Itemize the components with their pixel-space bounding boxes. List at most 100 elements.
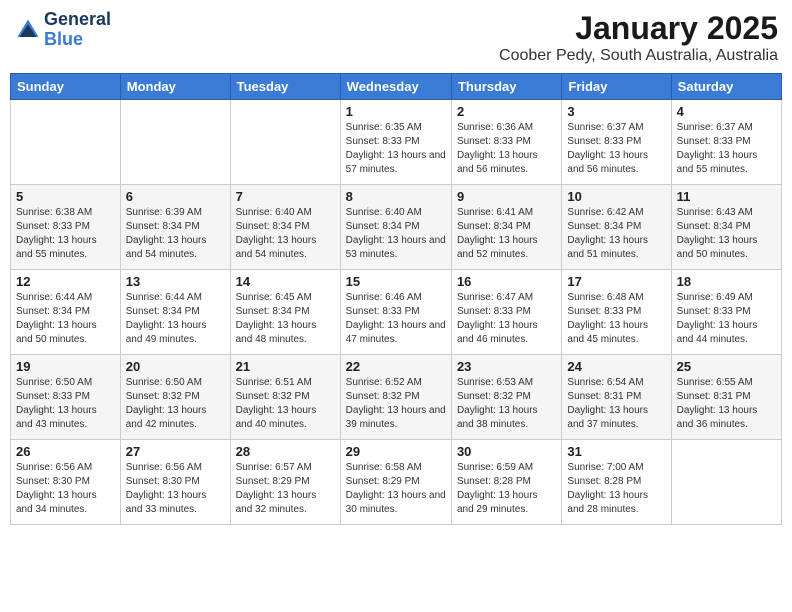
day-info: Sunrise: 6:37 AM Sunset: 8:33 PM Dayligh… <box>567 121 665 177</box>
day-number: 12 <box>16 274 115 289</box>
day-info: Sunrise: 6:56 AM Sunset: 8:30 PM Dayligh… <box>126 461 225 517</box>
calendar-week-row: 12 Sunrise: 6:44 AM Sunset: 8:34 PM Dayli… <box>11 270 782 355</box>
day-info: Sunrise: 6:42 AM Sunset: 8:34 PM Dayligh… <box>567 206 665 262</box>
day-number: 20 <box>126 359 225 374</box>
day-info: Sunrise: 6:57 AM Sunset: 8:29 PM Dayligh… <box>236 461 335 517</box>
weekday-header-thursday: Thursday <box>451 74 561 100</box>
day-info: Sunrise: 6:54 AM Sunset: 8:31 PM Dayligh… <box>567 376 665 432</box>
logo-text: GeneralBlue <box>44 10 111 50</box>
day-number: 24 <box>567 359 665 374</box>
calendar-cell: 8Sunrise: 6:40 AM Sunset: 8:34 PM Daylig… <box>340 185 451 270</box>
calendar-cell <box>230 100 340 185</box>
weekday-header-tuesday: Tuesday <box>230 74 340 100</box>
page-header: GeneralBlue January 2025 Coober Pedy, So… <box>10 10 782 65</box>
calendar-week-row: 1 Sunrise: 6:35 AM Sunset: 8:33 PM Daylig… <box>11 100 782 185</box>
calendar-cell: 5 Sunrise: 6:38 AM Sunset: 8:33 PM Daylig… <box>11 185 121 270</box>
calendar-cell: 10Sunrise: 6:42 AM Sunset: 8:34 PM Dayli… <box>562 185 671 270</box>
day-info: Sunrise: 6:45 AM Sunset: 8:34 PM Dayligh… <box>236 291 335 347</box>
day-info: Sunrise: 6:40 AM Sunset: 8:34 PM Dayligh… <box>346 206 446 262</box>
day-number: 3 <box>567 104 665 119</box>
day-number: 26 <box>16 444 115 459</box>
day-info: Sunrise: 6:41 AM Sunset: 8:34 PM Dayligh… <box>457 206 556 262</box>
day-info: Sunrise: 6:35 AM Sunset: 8:33 PM Dayligh… <box>346 121 446 177</box>
day-number: 18 <box>677 274 776 289</box>
day-info: Sunrise: 6:38 AM Sunset: 8:33 PM Dayligh… <box>16 206 115 262</box>
calendar-cell <box>11 100 121 185</box>
calendar-cell: 29 Sunrise: 6:58 AM Sunset: 8:29 PM Dayli… <box>340 440 451 525</box>
calendar-cell: 11 Sunrise: 6:43 AM Sunset: 8:34 PM Dayli… <box>671 185 781 270</box>
day-number: 4 <box>677 104 776 119</box>
calendar-cell: 15 Sunrise: 6:46 AM Sunset: 8:33 PM Dayli… <box>340 270 451 355</box>
title-block: January 2025 Coober Pedy, South Australi… <box>499 10 778 65</box>
day-info: Sunrise: 6:59 AM Sunset: 8:28 PM Dayligh… <box>457 461 556 517</box>
day-number: 29 <box>346 444 446 459</box>
day-number: 31 <box>567 444 665 459</box>
calendar-cell <box>120 100 230 185</box>
day-number: 16 <box>457 274 556 289</box>
weekday-header-sunday: Sunday <box>11 74 121 100</box>
calendar-cell: 20 Sunrise: 6:50 AM Sunset: 8:32 PM Dayli… <box>120 355 230 440</box>
logo-icon <box>14 16 42 44</box>
day-number: 27 <box>126 444 225 459</box>
day-number: 28 <box>236 444 335 459</box>
calendar-cell: 22Sunrise: 6:52 AM Sunset: 8:32 PM Dayli… <box>340 355 451 440</box>
calendar-cell: 28 Sunrise: 6:57 AM Sunset: 8:29 PM Dayli… <box>230 440 340 525</box>
day-number: 7 <box>236 189 335 204</box>
calendar-cell: 17Sunrise: 6:48 AM Sunset: 8:33 PM Dayli… <box>562 270 671 355</box>
day-info: Sunrise: 6:44 AM Sunset: 8:34 PM Dayligh… <box>126 291 225 347</box>
day-info: Sunrise: 6:47 AM Sunset: 8:33 PM Dayligh… <box>457 291 556 347</box>
day-number: 21 <box>236 359 335 374</box>
day-info: Sunrise: 6:55 AM Sunset: 8:31 PM Dayligh… <box>677 376 776 432</box>
day-number: 30 <box>457 444 556 459</box>
day-info: Sunrise: 6:44 AM Sunset: 8:34 PM Dayligh… <box>16 291 115 347</box>
weekday-header-row: SundayMondayTuesdayWednesdayThursdayFrid… <box>11 74 782 100</box>
logo: GeneralBlue <box>14 10 111 50</box>
day-info: Sunrise: 6:43 AM Sunset: 8:34 PM Dayligh… <box>677 206 776 262</box>
calendar-cell <box>671 440 781 525</box>
calendar-cell: 16 Sunrise: 6:47 AM Sunset: 8:33 PM Dayli… <box>451 270 561 355</box>
day-info: Sunrise: 6:51 AM Sunset: 8:32 PM Dayligh… <box>236 376 335 432</box>
calendar-cell: 19Sunrise: 6:50 AM Sunset: 8:33 PM Dayli… <box>11 355 121 440</box>
calendar-cell: 21 Sunrise: 6:51 AM Sunset: 8:32 PM Dayli… <box>230 355 340 440</box>
calendar-cell: 30 Sunrise: 6:59 AM Sunset: 8:28 PM Dayli… <box>451 440 561 525</box>
day-number: 11 <box>677 189 776 204</box>
calendar-cell: 9 Sunrise: 6:41 AM Sunset: 8:34 PM Daylig… <box>451 185 561 270</box>
day-info: Sunrise: 6:49 AM Sunset: 8:33 PM Dayligh… <box>677 291 776 347</box>
day-number: 6 <box>126 189 225 204</box>
weekday-header-monday: Monday <box>120 74 230 100</box>
weekday-header-friday: Friday <box>562 74 671 100</box>
day-info: Sunrise: 6:58 AM Sunset: 8:29 PM Dayligh… <box>346 461 446 517</box>
calendar-week-row: 5 Sunrise: 6:38 AM Sunset: 8:33 PM Daylig… <box>11 185 782 270</box>
calendar-cell: 7 Sunrise: 6:40 AM Sunset: 8:34 PM Daylig… <box>230 185 340 270</box>
day-number: 1 <box>346 104 446 119</box>
day-number: 9 <box>457 189 556 204</box>
day-number: 23 <box>457 359 556 374</box>
day-number: 25 <box>677 359 776 374</box>
day-info: Sunrise: 6:50 AM Sunset: 8:32 PM Dayligh… <box>126 376 225 432</box>
weekday-header-wednesday: Wednesday <box>340 74 451 100</box>
day-number: 14 <box>236 274 335 289</box>
day-number: 22 <box>346 359 446 374</box>
calendar-cell: 18 Sunrise: 6:49 AM Sunset: 8:33 PM Dayli… <box>671 270 781 355</box>
calendar-cell: 23Sunrise: 6:53 AM Sunset: 8:32 PM Dayli… <box>451 355 561 440</box>
calendar-cell: 1 Sunrise: 6:35 AM Sunset: 8:33 PM Daylig… <box>340 100 451 185</box>
calendar-cell: 2 Sunrise: 6:36 AM Sunset: 8:33 PM Daylig… <box>451 100 561 185</box>
day-info: Sunrise: 6:50 AM Sunset: 8:33 PM Dayligh… <box>16 376 115 432</box>
calendar-cell: 26 Sunrise: 6:56 AM Sunset: 8:30 PM Dayli… <box>11 440 121 525</box>
calendar-cell: 12 Sunrise: 6:44 AM Sunset: 8:34 PM Dayli… <box>11 270 121 355</box>
day-info: Sunrise: 6:56 AM Sunset: 8:30 PM Dayligh… <box>16 461 115 517</box>
day-info: Sunrise: 6:36 AM Sunset: 8:33 PM Dayligh… <box>457 121 556 177</box>
day-number: 2 <box>457 104 556 119</box>
calendar-week-row: 19Sunrise: 6:50 AM Sunset: 8:33 PM Dayli… <box>11 355 782 440</box>
calendar-cell: 6 Sunrise: 6:39 AM Sunset: 8:34 PM Daylig… <box>120 185 230 270</box>
day-info: Sunrise: 6:39 AM Sunset: 8:34 PM Dayligh… <box>126 206 225 262</box>
calendar-cell: 27 Sunrise: 6:56 AM Sunset: 8:30 PM Dayli… <box>120 440 230 525</box>
day-number: 5 <box>16 189 115 204</box>
day-info: Sunrise: 6:40 AM Sunset: 8:34 PM Dayligh… <box>236 206 335 262</box>
day-number: 15 <box>346 274 446 289</box>
calendar-cell: 24 Sunrise: 6:54 AM Sunset: 8:31 PM Dayli… <box>562 355 671 440</box>
calendar-cell: 3 Sunrise: 6:37 AM Sunset: 8:33 PM Daylig… <box>562 100 671 185</box>
day-info: Sunrise: 6:46 AM Sunset: 8:33 PM Dayligh… <box>346 291 446 347</box>
calendar-cell: 31Sunrise: 7:00 AM Sunset: 8:28 PM Dayli… <box>562 440 671 525</box>
calendar-cell: 14 Sunrise: 6:45 AM Sunset: 8:34 PM Dayli… <box>230 270 340 355</box>
